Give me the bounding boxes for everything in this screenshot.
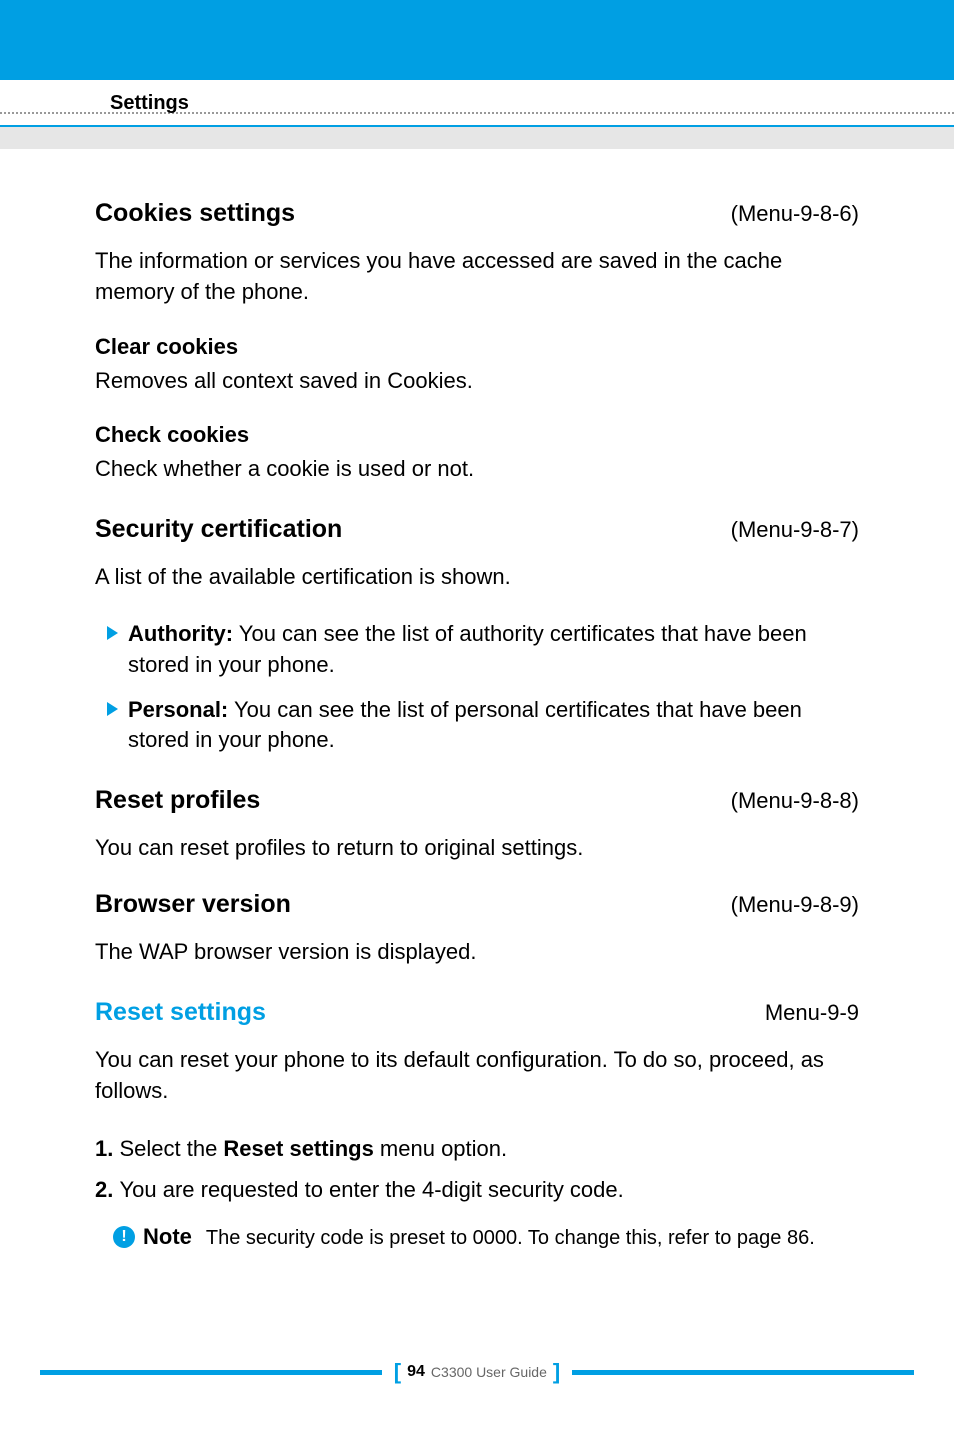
reset-profiles-heading-row: Reset profiles (Menu-9-8-8) [95,786,859,815]
security-heading-row: Security certification (Menu-9-8-7) [95,515,859,544]
reset-step-2: 2. You are requested to enter the 4-digi… [95,1173,859,1206]
page-footer: [ 94 C3300 User Guide ] [0,1359,954,1385]
info-icon: ! [113,1226,135,1248]
check-cookies-body: Check whether a cookie is used or not. [95,454,859,485]
browser-menu-ref: (Menu-9-8-9) [731,892,859,918]
reset-settings-heading-row: Reset settings Menu-9-9 [95,998,859,1027]
cookies-intro: The information or services you have acc… [95,246,859,308]
breadcrumb-bar: Settings [0,80,954,127]
step1-prefix: 1. [95,1136,119,1161]
step2-prefix: 2. [95,1177,119,1202]
cookies-title: Cookies settings [95,199,295,228]
security-title: Security certification [95,515,342,544]
check-cookies-heading: Check cookies [95,422,859,448]
top-banner [0,0,954,80]
cookies-heading-row: Cookies settings (Menu-9-8-6) [95,199,859,228]
page-number: 94 [407,1363,425,1381]
gray-strip [0,127,954,149]
cookies-menu-ref: (Menu-9-8-6) [731,201,859,227]
clear-cookies-body: Removes all context saved in Cookies. [95,366,859,397]
bracket-right-icon: ] [553,1359,560,1385]
page-content: Cookies settings (Menu-9-8-6) The inform… [0,149,954,1252]
security-intro: A list of the available certification is… [95,562,859,593]
footer-rule-right [572,1370,914,1375]
personal-item: Personal: You can see the list of person… [95,695,859,757]
note-row: ! Note The security code is preset to 00… [113,1224,859,1252]
bullet-icon [107,702,118,716]
reset-settings-menu-ref: Menu-9-9 [765,1000,859,1026]
authority-label: Authority: [128,621,233,646]
step1-a: Select the [119,1136,223,1161]
bracket-left-icon: [ [394,1359,401,1385]
reset-settings-intro: You can reset your phone to its default … [95,1045,859,1107]
footer-rule-left [40,1370,382,1375]
step2-body: You are requested to enter the 4-digit s… [119,1177,623,1202]
reset-profiles-body: You can reset profiles to return to orig… [95,833,859,864]
note-label: Note [143,1224,192,1250]
bullet-icon [107,626,118,640]
footer-center: [ 94 C3300 User Guide ] [382,1359,572,1385]
breadcrumb-text: Settings [110,92,189,114]
browser-heading-row: Browser version (Menu-9-8-9) [95,890,859,919]
personal-label: Personal: [128,697,228,722]
reset-profiles-title: Reset profiles [95,786,260,815]
note-body: The security code is preset to 0000. To … [206,1224,815,1252]
authority-text: Authority: You can see the list of autho… [128,619,859,681]
reset-profiles-menu-ref: (Menu-9-8-8) [731,788,859,814]
personal-body: You can see the list of personal certifi… [128,697,802,753]
security-menu-ref: (Menu-9-8-7) [731,517,859,543]
clear-cookies-heading: Clear cookies [95,334,859,360]
personal-text: Personal: You can see the list of person… [128,695,859,757]
browser-title: Browser version [95,890,291,919]
browser-body: The WAP browser version is displayed. [95,937,859,968]
authority-item: Authority: You can see the list of autho… [95,619,859,681]
reset-step-1: 1. Select the Reset settings menu option… [95,1132,859,1165]
step1-b: menu option. [374,1136,507,1161]
guide-label: C3300 User Guide [431,1364,547,1380]
reset-settings-title: Reset settings [95,998,266,1027]
step1-bold: Reset settings [223,1136,373,1161]
